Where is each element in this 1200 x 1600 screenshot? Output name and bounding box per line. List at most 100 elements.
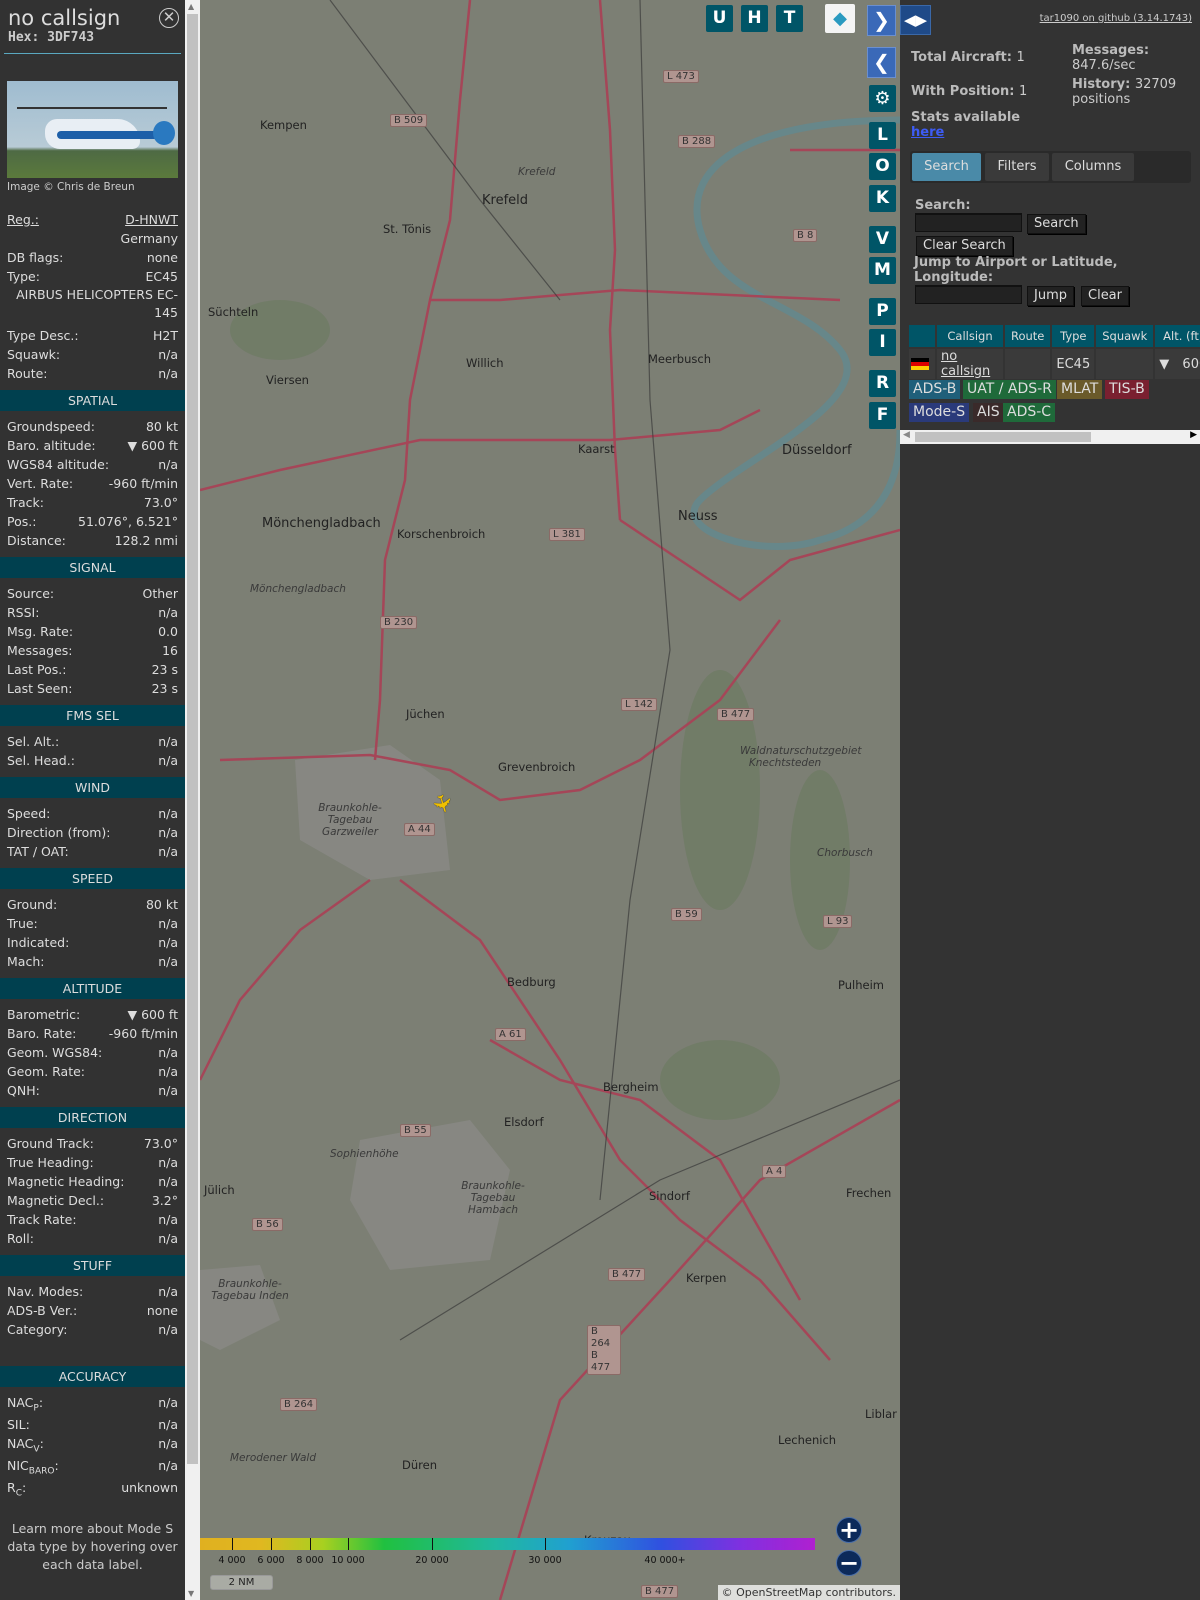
detail-row[interactable]: Squawk: n/a xyxy=(0,345,185,364)
map-place-label: Mönchengladbach xyxy=(250,583,346,595)
detail-row[interactable]: True Heading: n/a xyxy=(0,1153,185,1172)
expand-sidebar-button[interactable]: ❯ xyxy=(867,5,896,36)
cell-callsign[interactable]: no callsign xyxy=(937,349,1003,379)
detail-row[interactable]: True: n/a xyxy=(0,914,185,933)
detail-row[interactable]: Type Desc.: H2T xyxy=(0,326,185,345)
row-rc[interactable]: RC: unknown xyxy=(0,1478,185,1500)
detail-value: 51.076°, 6.521° xyxy=(78,514,178,529)
detail-row[interactable]: Indicated: n/a xyxy=(0,933,185,952)
detail-row[interactable]: Nav. Modes: n/a xyxy=(0,1282,185,1301)
tab-search[interactable]: Search xyxy=(912,153,981,181)
table-scrollbar[interactable]: ◀ ▶ xyxy=(900,430,1200,444)
map-place-label: Kerpen xyxy=(686,1271,727,1285)
column-header[interactable]: Type xyxy=(1052,325,1095,347)
road-label: B 509 xyxy=(390,114,428,127)
detail-row[interactable]: Baro. altitude: ▼ 600 ft xyxy=(0,436,185,455)
table-row[interactable]: no callsign EC45 ▼600 xyxy=(909,349,1200,379)
detail-row[interactable]: Msg. Rate: 0.0 xyxy=(0,622,185,641)
detail-row[interactable]: Mach: n/a xyxy=(0,952,185,971)
map-button-o[interactable]: O xyxy=(869,153,896,180)
split-toggle-button[interactable]: ◀▶ xyxy=(900,5,931,35)
detail-row[interactable]: Pos.: 51.076°, 6.521° xyxy=(0,512,185,531)
jump-input[interactable] xyxy=(915,285,1022,304)
map-button-v[interactable]: V xyxy=(869,226,896,253)
detail-row[interactable]: Source: Other xyxy=(0,584,185,603)
close-icon[interactable]: ✕ xyxy=(159,8,179,28)
map-attribution[interactable]: © OpenStreetMap contributors. xyxy=(717,1585,900,1600)
stats-link[interactable]: here xyxy=(911,125,944,140)
detail-row[interactable]: Geom. Rate: n/a xyxy=(0,1062,185,1081)
detail-row[interactable]: TAT / OAT: n/a xyxy=(0,842,185,861)
map[interactable]: Kempen Krefeld St. Tönis Süchteln Willich Mee… xyxy=(200,0,900,1600)
detail-row[interactable]: Groundspeed: 80 kt xyxy=(0,417,185,436)
map-button-u[interactable]: U xyxy=(706,5,733,32)
detail-row[interactable]: Sel. Alt.: n/a xyxy=(0,732,185,751)
detail-row[interactable]: Messages: 16 xyxy=(0,641,185,660)
detail-row[interactable]: Category: n/a xyxy=(0,1320,185,1339)
map-button-m[interactable]: M xyxy=(869,257,896,284)
column-header[interactable]: Alt. (ft) xyxy=(1155,325,1200,347)
detail-row[interactable]: Track Rate: n/a xyxy=(0,1210,185,1229)
detail-row[interactable]: Baro. Rate: -960 ft/min xyxy=(0,1024,185,1043)
left-panel-scrollbar[interactable]: ▲ ▼ xyxy=(185,0,200,1600)
detail-row[interactable]: Magnetic Heading: n/a xyxy=(0,1172,185,1191)
detail-row[interactable]: WGS84 altitude: n/a xyxy=(0,455,185,474)
tab-filters[interactable]: Filters xyxy=(985,153,1049,181)
map-button-t[interactable]: T xyxy=(776,5,803,32)
detail-row[interactable]: Germany xyxy=(0,229,185,248)
github-link[interactable]: tar1090 on github (3.14.1743) xyxy=(1040,13,1192,24)
detail-row[interactable]: Barometric: ▼ 600 ft xyxy=(0,1005,185,1024)
detail-value: n/a xyxy=(158,916,178,931)
detail-row[interactable]: Geom. WGS84: n/a xyxy=(0,1043,185,1062)
jump-button[interactable]: Jump xyxy=(1027,286,1074,306)
clear-search-button[interactable]: Clear Search xyxy=(916,236,1013,256)
column-header[interactable] xyxy=(909,325,935,347)
detail-row[interactable]: Last Pos.: 23 s xyxy=(0,660,185,679)
map-button-l[interactable]: L xyxy=(869,122,896,149)
column-header[interactable]: Squawk xyxy=(1096,325,1154,347)
detail-row[interactable]: Speed: n/a xyxy=(0,804,185,823)
tab-columns[interactable]: Columns xyxy=(1052,153,1134,181)
column-header[interactable]: Route xyxy=(1005,325,1051,347)
layers-button[interactable]: ◆ xyxy=(825,4,855,33)
detail-row[interactable]: Last Seen: 23 s xyxy=(0,679,185,698)
row-nacv[interactable]: NACV: n/a xyxy=(0,1434,185,1456)
detail-row[interactable]: Route: n/a xyxy=(0,364,185,383)
detail-row[interactable]: Distance: 128.2 nmi xyxy=(0,531,185,550)
aircraft-photo[interactable] xyxy=(7,81,178,178)
detail-row[interactable]: Roll: n/a xyxy=(0,1229,185,1248)
scale-line: 2 NM xyxy=(210,1575,273,1590)
detail-row[interactable]: Sel. Head.: n/a xyxy=(0,751,185,770)
search-button[interactable]: Search xyxy=(1027,214,1086,234)
settings-button[interactable]: ⚙ xyxy=(869,85,896,112)
map-button-r[interactable]: R xyxy=(869,370,896,397)
map-button-p[interactable]: P xyxy=(869,298,896,325)
detail-row[interactable]: RSSI: n/a xyxy=(0,603,185,622)
map-button-h[interactable]: H xyxy=(741,5,768,32)
zoom-out-button[interactable]: − xyxy=(836,1550,862,1576)
detail-row[interactable]: Direction (from): n/a xyxy=(0,823,185,842)
search-input[interactable] xyxy=(915,213,1022,232)
detail-row[interactable]: Reg.: D-HNWT xyxy=(0,210,185,229)
detail-row[interactable]: ADS-B Ver.: none xyxy=(0,1301,185,1320)
detail-row[interactable]: Ground Track: 73.0° xyxy=(0,1134,185,1153)
detail-row[interactable]: Vert. Rate: -960 ft/min xyxy=(0,474,185,493)
row-nacp[interactable]: NACP: n/a xyxy=(0,1393,185,1415)
detail-value[interactable]: D-HNWT xyxy=(125,210,178,229)
collapse-sidebar-button[interactable]: ❮ xyxy=(867,47,896,78)
detail-row[interactable]: Ground: 80 kt xyxy=(0,895,185,914)
map-button-f[interactable]: F xyxy=(869,402,896,429)
detail-label: True: xyxy=(7,916,38,931)
map-button-i[interactable]: I xyxy=(869,329,896,356)
map-button-k[interactable]: K xyxy=(869,185,896,212)
detail-row[interactable]: Track: 73.0° xyxy=(0,493,185,512)
detail-row[interactable]: Magnetic Decl.: 3.2° xyxy=(0,1191,185,1210)
row-sil[interactable]: SIL: n/a xyxy=(0,1415,185,1434)
row-nicbaro[interactable]: NICBARO: n/a xyxy=(0,1456,185,1478)
zoom-in-button[interactable]: + xyxy=(836,1517,862,1543)
detail-row[interactable]: Type: EC45 xyxy=(0,267,185,286)
column-header[interactable]: Callsign xyxy=(937,325,1003,347)
detail-row[interactable]: DB flags: none xyxy=(0,248,185,267)
detail-row[interactable]: QNH: n/a xyxy=(0,1081,185,1100)
clear-button[interactable]: Clear xyxy=(1081,286,1129,306)
